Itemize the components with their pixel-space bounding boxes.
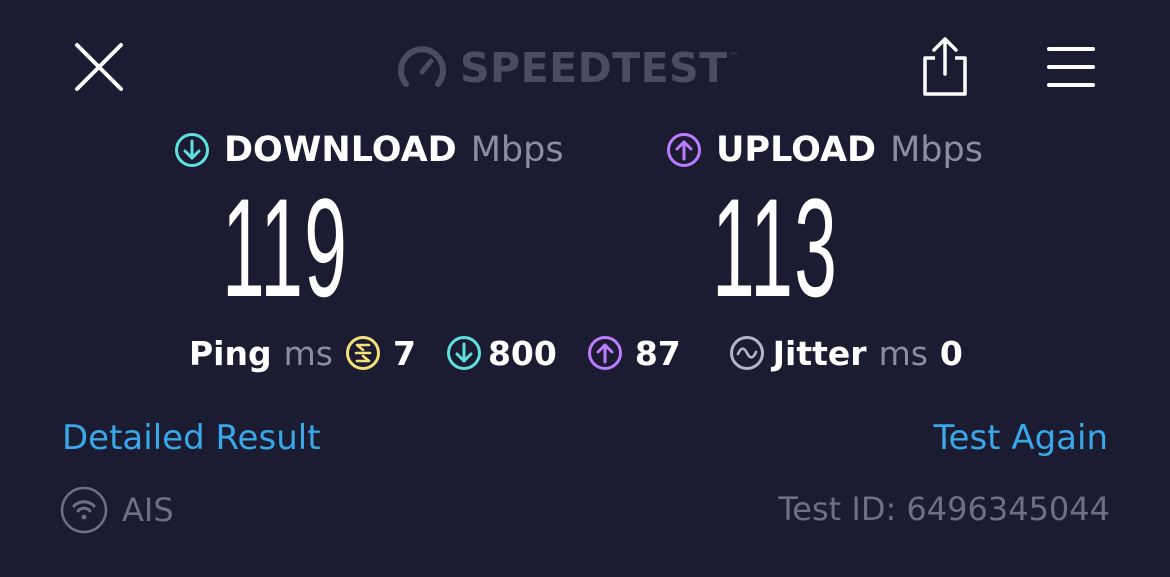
speedtest-logo: SPEEDTEST ™ <box>396 40 739 96</box>
hamburger-menu-icon <box>1047 47 1095 87</box>
test-id: Test ID: 6496345044 <box>778 490 1110 528</box>
download-speed-value: 119 <box>222 169 349 326</box>
download-label: DOWNLOAD <box>224 130 457 170</box>
idle-ping-icon <box>345 336 380 370</box>
test-again-link[interactable]: Test Again <box>934 418 1108 458</box>
download-header: DOWNLOAD Mbps <box>174 128 564 172</box>
speedometer-icon <box>398 46 446 87</box>
jitter-unit: ms <box>878 333 928 373</box>
upload-ping-value: 87 <box>634 333 681 373</box>
jitter-label: Jitter <box>772 333 867 373</box>
share-button[interactable] <box>918 36 972 98</box>
ping-unit: ms <box>283 333 333 373</box>
download-arrow-icon <box>175 133 209 167</box>
share-icon <box>923 37 967 96</box>
download-unit: Mbps <box>470 130 564 170</box>
upload-header: UPLOAD Mbps <box>666 128 983 172</box>
menu-button[interactable] <box>1046 44 1096 90</box>
brand-trademark: ™ <box>729 52 739 62</box>
upload-arrow-icon <box>667 133 701 167</box>
download-ping-icon <box>446 336 481 370</box>
jitter-value: 0 <box>939 333 963 373</box>
upload-label: UPLOAD <box>716 130 877 170</box>
provider-name: AIS <box>122 491 174 529</box>
jitter-icon <box>729 336 764 370</box>
provider-info: AIS <box>60 486 174 534</box>
ping-label: Ping <box>189 333 272 373</box>
upload-speed-value: 113 <box>712 169 839 326</box>
download-ping-value: 800 <box>487 333 557 373</box>
brand-name: SPEEDTEST <box>460 44 728 92</box>
upload-ping-icon <box>587 336 622 370</box>
idle-ping-value: 7 <box>392 333 416 373</box>
detailed-result-link[interactable]: Detailed Result <box>62 418 321 458</box>
wifi-icon <box>60 486 108 534</box>
latency-row: Ping ms 7 800 87 Jitter ms 0 <box>189 330 963 376</box>
close-button[interactable] <box>70 38 128 96</box>
upload-unit: Mbps <box>890 130 983 170</box>
close-icon <box>75 43 123 91</box>
